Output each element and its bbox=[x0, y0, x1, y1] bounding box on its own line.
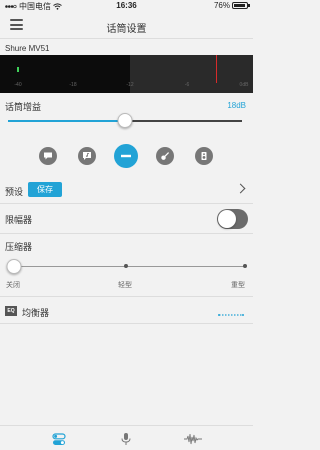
battery-icon bbox=[232, 2, 250, 9]
page-title: 话筒设置 bbox=[106, 24, 147, 35]
nav-bar: 话筒设置 bbox=[0, 12, 253, 39]
tab-microphone[interactable] bbox=[114, 430, 138, 448]
gain-value: 18dB bbox=[227, 101, 246, 110]
divider bbox=[0, 296, 253, 297]
meter-tick: -12 bbox=[126, 82, 134, 88]
equalizer-label: 均衡器 bbox=[22, 308, 50, 318]
battery-group: 76% bbox=[213, 1, 250, 10]
preset-row[interactable]: 预设 保存 bbox=[0, 180, 253, 200]
level-meter: -40 -18 -12 -6 0dB bbox=[0, 55, 253, 93]
settings-toggles-icon bbox=[52, 432, 66, 445]
compressor-stop-heavy: 重型 bbox=[231, 282, 245, 289]
waveform-icon bbox=[184, 433, 202, 445]
meter-tick: 0dB bbox=[239, 82, 249, 88]
singing-icon[interactable] bbox=[78, 147, 96, 165]
battery-fill bbox=[234, 4, 245, 7]
preset-label: 预设 bbox=[5, 187, 24, 197]
meter-tick: -18 bbox=[69, 82, 77, 88]
tab-bar bbox=[0, 425, 253, 450]
loud-icon[interactable] bbox=[195, 147, 213, 165]
compressor-stop-light: 轻型 bbox=[118, 282, 132, 289]
meter-level-bar bbox=[17, 67, 19, 72]
compressor-label: 压缩器 bbox=[5, 242, 33, 252]
compressor-stop-off: 关闭 bbox=[6, 282, 20, 289]
meter-tick: -40 bbox=[14, 82, 22, 88]
gain-slider-fill bbox=[8, 120, 125, 122]
limiter-toggle[interactable] bbox=[217, 209, 248, 229]
gain-slider[interactable] bbox=[8, 113, 242, 128]
limiter-label: 限幅器 bbox=[5, 215, 33, 225]
compressor-stop-dot bbox=[243, 264, 247, 268]
compressor-stop-dot bbox=[124, 264, 128, 268]
mic-mode-selector bbox=[0, 144, 253, 168]
eq-icon: EQ bbox=[5, 306, 17, 316]
gain-label: 话筒增益 bbox=[5, 102, 42, 112]
limiter-toggle-knob bbox=[218, 210, 236, 228]
microphone-icon bbox=[121, 433, 131, 445]
tab-settings[interactable] bbox=[47, 430, 71, 448]
divider bbox=[0, 233, 253, 234]
acoustic-instrument-icon[interactable] bbox=[156, 147, 174, 165]
meter-tick: -6 bbox=[184, 82, 190, 88]
flat-icon[interactable] bbox=[114, 144, 138, 168]
speech-icon[interactable] bbox=[39, 147, 57, 165]
divider bbox=[0, 203, 253, 204]
tab-waveform[interactable] bbox=[181, 430, 205, 448]
compressor-slider[interactable] bbox=[6, 259, 247, 274]
compressor-slider-knob[interactable] bbox=[6, 259, 22, 274]
save-button[interactable]: 保存 bbox=[28, 182, 62, 197]
eq-curve-icon[interactable] bbox=[218, 306, 244, 324]
chevron-right-icon[interactable] bbox=[235, 183, 246, 194]
divider bbox=[0, 323, 253, 324]
meter-tick-labels: -40 -18 -12 -6 0dB bbox=[0, 82, 253, 93]
battery-percent: 76% bbox=[213, 1, 230, 10]
meter-peak-line bbox=[216, 55, 217, 83]
gain-slider-knob[interactable] bbox=[117, 113, 133, 128]
device-name: Shure MV51 bbox=[5, 44, 50, 53]
status-bar: 中国电信 16:36 76% bbox=[0, 0, 253, 12]
